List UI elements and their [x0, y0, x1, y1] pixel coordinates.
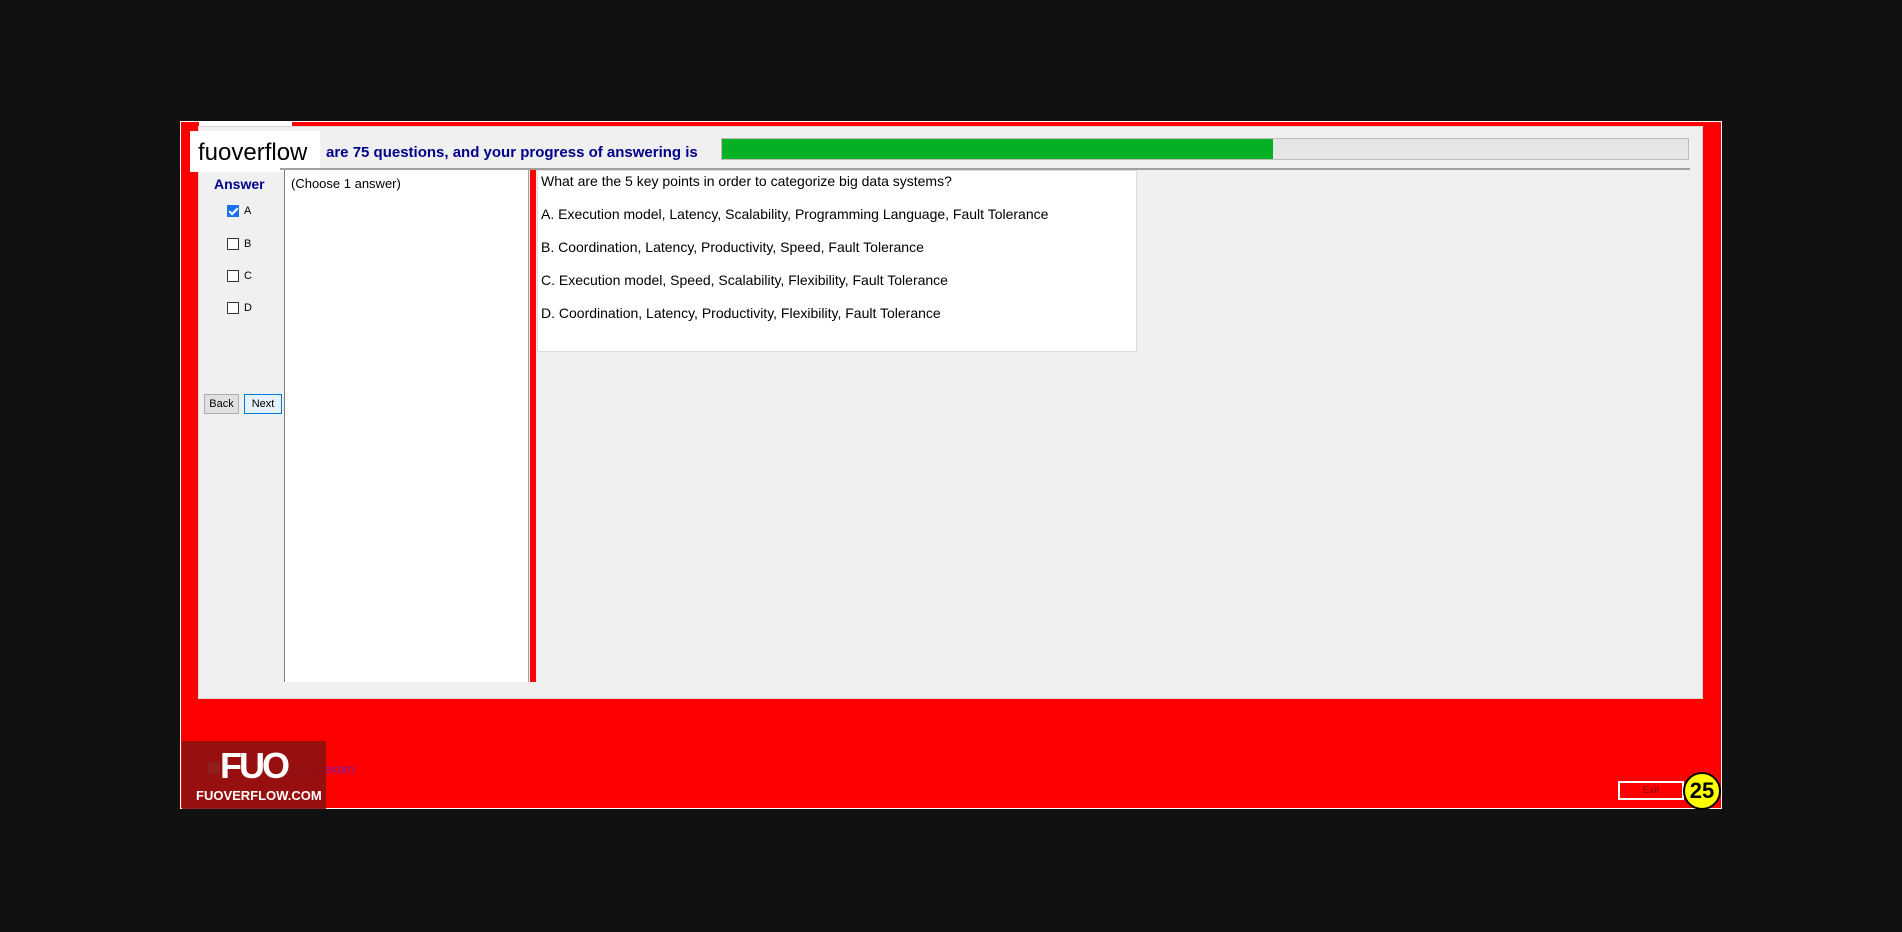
question-option-b: B. Coordination, Latency, Productivity, … — [541, 239, 924, 255]
answer-option-b[interactable]: B — [227, 238, 251, 250]
choose-instruction: (Choose 1 answer) — [291, 176, 401, 191]
progress-bar — [721, 138, 1689, 160]
answer-option-label: C — [244, 270, 252, 282]
question-option-d: D. Coordination, Latency, Productivity, … — [541, 305, 941, 321]
back-button[interactable]: Back — [204, 394, 239, 414]
progress-bar-fill — [722, 139, 1273, 159]
question-option-a: A. Execution model, Latency, Scalability… — [541, 206, 1049, 222]
answer-checkbox-d[interactable] — [227, 302, 239, 314]
next-button[interactable]: Next — [244, 394, 282, 414]
progress-label: are 75 questions, and your progress of a… — [326, 144, 698, 161]
question-text: What are the 5 key points in order to ca… — [541, 173, 952, 189]
answer-option-label: A — [244, 205, 252, 217]
answer-checkbox-c[interactable] — [227, 270, 239, 282]
timer-badge: 25 — [1683, 772, 1721, 810]
answer-option-d[interactable]: D — [227, 302, 252, 314]
brand-watermark: fuoverflow — [198, 139, 308, 166]
panel-divider[interactable] — [530, 170, 536, 682]
fuo-logo-icon: FUO — [220, 745, 290, 786]
instruction-panel — [284, 170, 529, 682]
logo-site-text: FUOVERFLOW.COM — [196, 788, 322, 803]
answer-title: Answer — [214, 176, 265, 192]
exit-button[interactable]: Exit — [1618, 781, 1684, 800]
answer-checkbox-a[interactable] — [227, 205, 239, 217]
answer-checkbox-b[interactable] — [227, 238, 239, 250]
answer-option-c[interactable]: C — [227, 270, 252, 282]
answer-option-label: B — [244, 238, 252, 250]
answer-option-label: D — [244, 302, 252, 314]
answer-option-a[interactable]: A — [227, 205, 251, 217]
question-option-c: C. Execution model, Speed, Scalability, … — [541, 272, 948, 288]
question-panel — [537, 170, 1137, 352]
